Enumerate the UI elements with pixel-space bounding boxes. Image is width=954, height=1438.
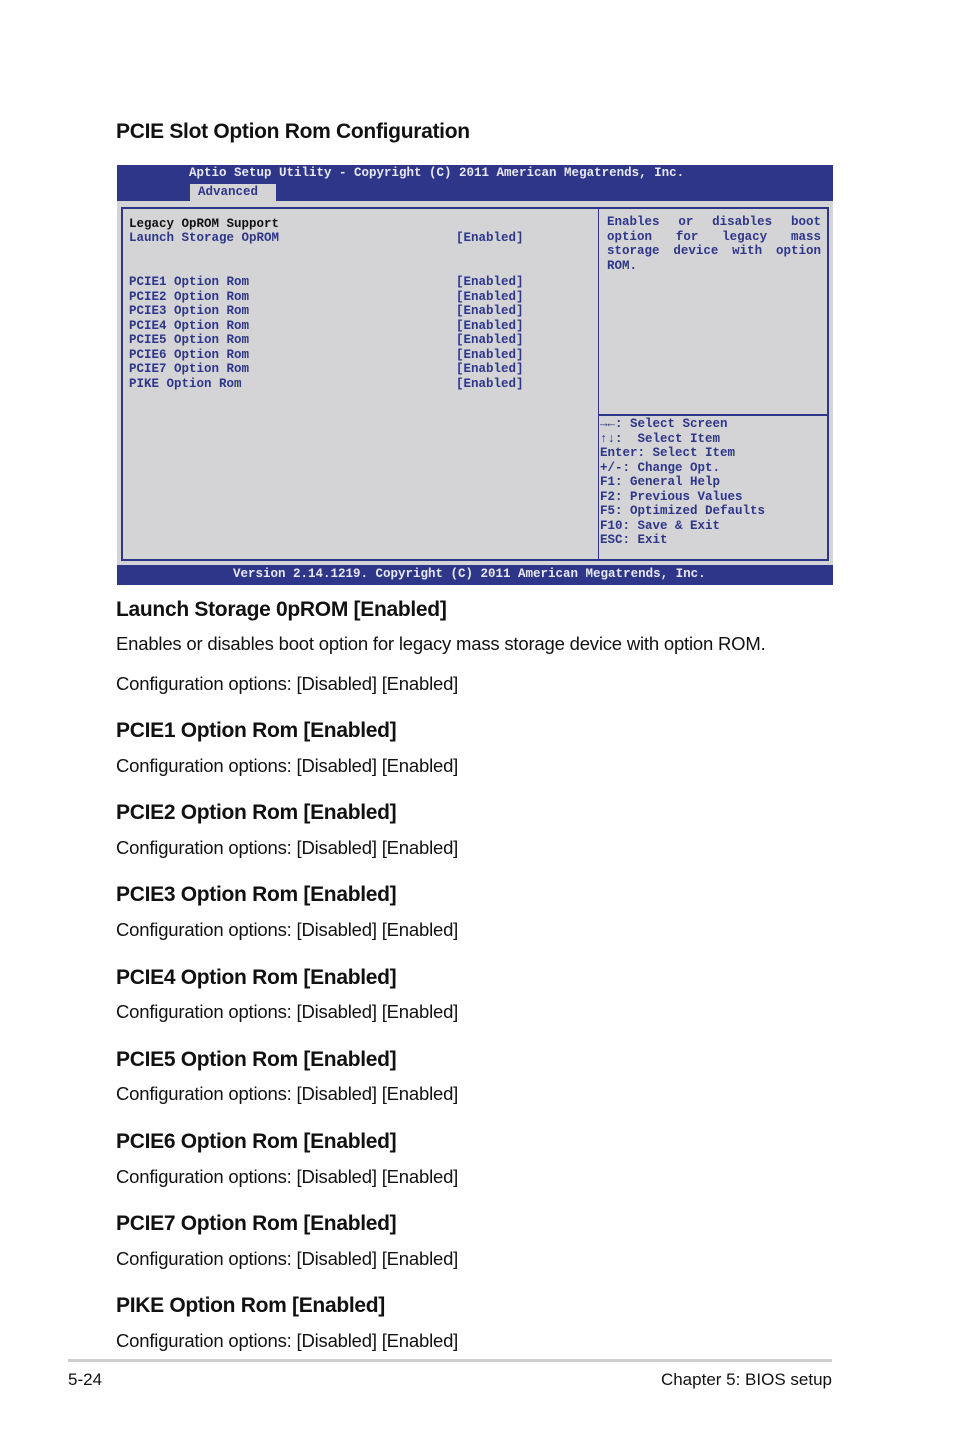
- help-text: Enables or disables boot option for lega…: [607, 215, 821, 273]
- key-select-item: ↑↓: Select Item: [600, 431, 721, 446]
- menu-item-label: PCIE1 Option Rom: [129, 275, 250, 289]
- menu-item-label: Launch Storage OpROM: [129, 231, 280, 245]
- item-options: Configuration options: [Disabled] [Enabl…: [116, 1248, 459, 1269]
- item-title: PCIE6 Option Rom [Enabled]: [116, 1130, 397, 1153]
- key-f1: F1: General Help: [600, 475, 721, 489]
- menu-item-label: PCIE2 Option Rom: [129, 289, 250, 304]
- item-options: Configuration options: [Disabled] [Enabl…: [116, 755, 459, 776]
- key-select-screen: →←: Select Screen: [600, 417, 728, 431]
- section-title: PCIE Slot Option Rom Configuration: [116, 120, 470, 143]
- item-description: Enables or disables boot option for lega…: [116, 633, 766, 654]
- bios-screenshot: Aptio Setup Utility - Copyright (C) 2011…: [117, 165, 833, 585]
- key-f10: F10: Save & Exit: [600, 518, 721, 533]
- item-options: Configuration options: [Disabled] [Enabl…: [116, 673, 459, 694]
- menu-heading: Legacy OpROM Support: [129, 217, 280, 231]
- item-options: Configuration options: [Disabled] [Enabl…: [116, 919, 459, 940]
- menu-item-label: PCIE3 Option Rom: [129, 304, 250, 318]
- bios-version: Version 2.14.1219. Copyright (C) 2011 Am…: [233, 567, 706, 581]
- menu-item-label: PIKE Option Rom: [129, 376, 242, 391]
- bios-header-bar: Aptio Setup Utility - Copyright (C) 2011…: [117, 165, 833, 201]
- item-title: PCIE1 Option Rom [Enabled]: [116, 719, 397, 742]
- bios-footer-bar: Version 2.14.1219. Copyright (C) 2011 Am…: [117, 565, 833, 585]
- item-title: PCIE7 Option Rom [Enabled]: [116, 1212, 397, 1235]
- key-f5: F5: Optimized Defaults: [600, 504, 766, 518]
- item-title: PCIE2 Option Rom [Enabled]: [116, 801, 397, 824]
- item-options: Configuration options: [Disabled] [Enabl…: [116, 1330, 459, 1351]
- menu-item-value: [Enabled]: [456, 304, 524, 318]
- menu-item-label: PCIE4 Option Rom: [129, 318, 250, 333]
- menu-item-value: [Enabled]: [456, 362, 524, 376]
- bios-help-panel: Enables or disables boot option for lega…: [598, 207, 829, 416]
- page-number: 5-24: [68, 1370, 103, 1389]
- menu-item-value: [Enabled]: [456, 275, 524, 289]
- chapter-label: Chapter 5: BIOS setup: [660, 1370, 832, 1389]
- bios-menu-panel: Legacy OpROM Support Launch Storage OpRO…: [121, 207, 599, 561]
- key-esc: ESC: Exit: [600, 533, 668, 547]
- item-options: Configuration options: [Disabled] [Enabl…: [116, 1083, 459, 1104]
- key-f2: F2: Previous Values: [600, 489, 743, 504]
- item-title: PCIE3 Option Rom [Enabled]: [116, 883, 397, 906]
- menu-item-value: [Enabled]: [456, 231, 524, 245]
- bios-title: Aptio Setup Utility - Copyright (C) 2011…: [189, 166, 685, 180]
- key-change-opt: +/-: Change Opt.: [600, 460, 721, 475]
- menu-item-value: [Enabled]: [456, 333, 524, 347]
- item-options: Configuration options: [Disabled] [Enabl…: [116, 1166, 459, 1187]
- item-title: Launch Storage 0pROM [Enabled]: [116, 598, 447, 621]
- item-options: Configuration options: [Disabled] [Enabl…: [116, 837, 459, 858]
- footer-divider: [68, 1359, 832, 1362]
- tab-advanced[interactable]: Advanced: [190, 184, 276, 201]
- item-title: PIKE Option Rom [Enabled]: [116, 1294, 385, 1317]
- bios-key-legend: →←: Select Screen ↑↓: Select Item Enter:…: [598, 414, 829, 561]
- menu-item-value: [Enabled]: [456, 289, 524, 304]
- item-options: Configuration options: [Disabled] [Enabl…: [116, 1001, 459, 1022]
- menu-item-label: PCIE6 Option Rom: [129, 347, 250, 362]
- menu-item-label: PCIE7 Option Rom: [129, 362, 250, 376]
- menu-item-value: [Enabled]: [456, 318, 524, 333]
- menu-item-value: [Enabled]: [456, 347, 524, 362]
- menu-item-value: [Enabled]: [456, 376, 524, 391]
- menu-item-label: PCIE5 Option Rom: [129, 333, 250, 347]
- key-enter: Enter: Select Item: [600, 446, 736, 460]
- item-title: PCIE4 Option Rom [Enabled]: [116, 966, 397, 989]
- item-title: PCIE5 Option Rom [Enabled]: [116, 1048, 397, 1071]
